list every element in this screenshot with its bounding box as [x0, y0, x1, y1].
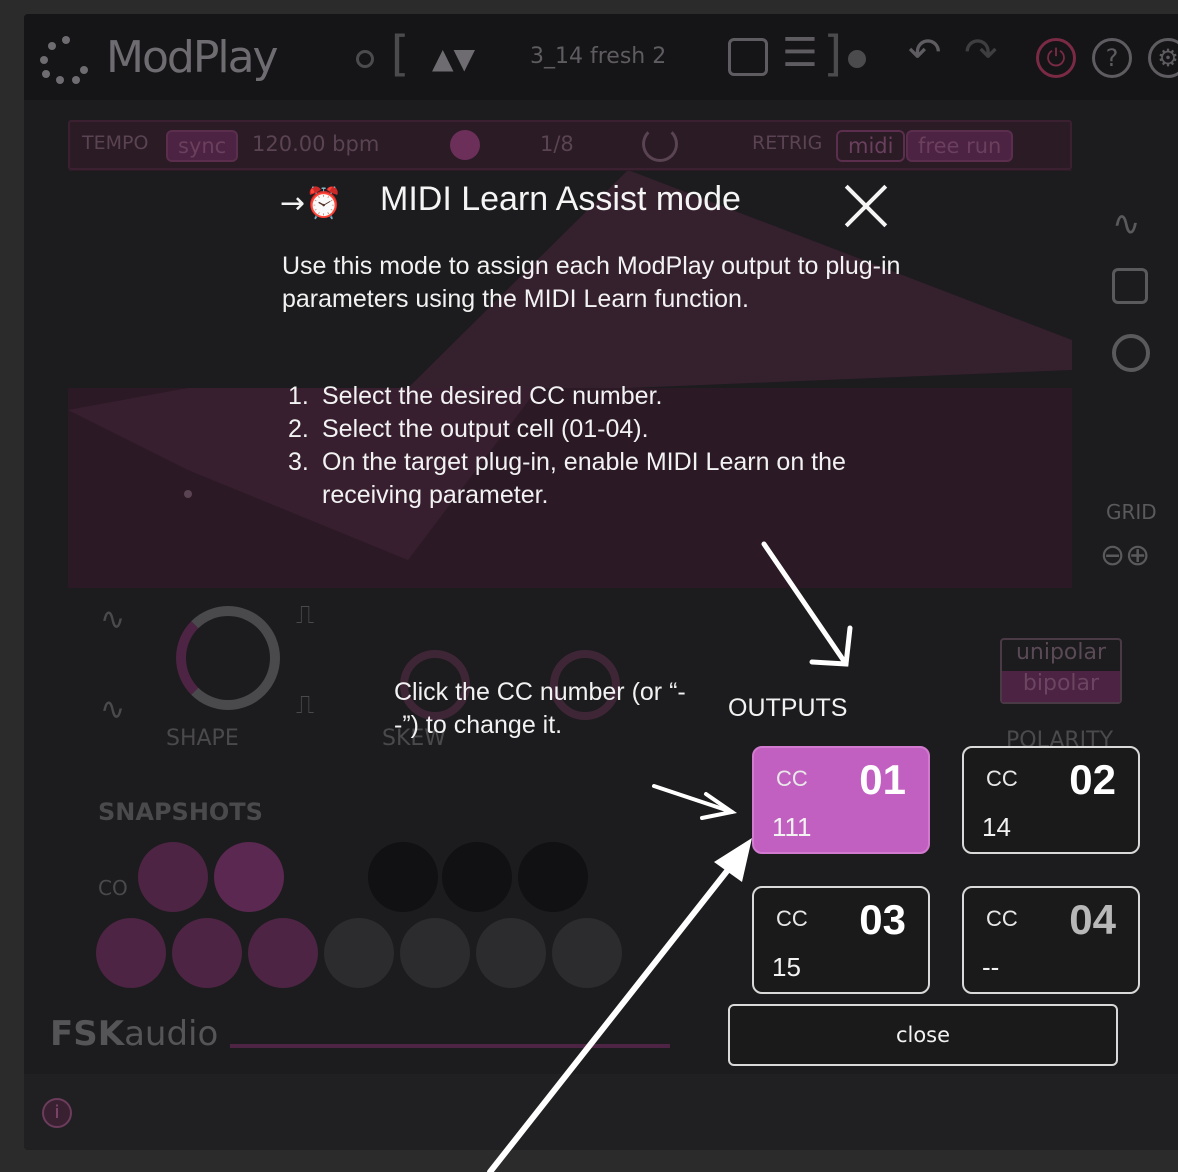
- arrowhead: [714, 838, 752, 882]
- arrow-to-cell: [652, 784, 734, 814]
- arrow-to-outputs: [761, 541, 849, 667]
- annotation-arrows: [487, 541, 853, 1172]
- arrow-to-cc-value: [487, 849, 745, 1172]
